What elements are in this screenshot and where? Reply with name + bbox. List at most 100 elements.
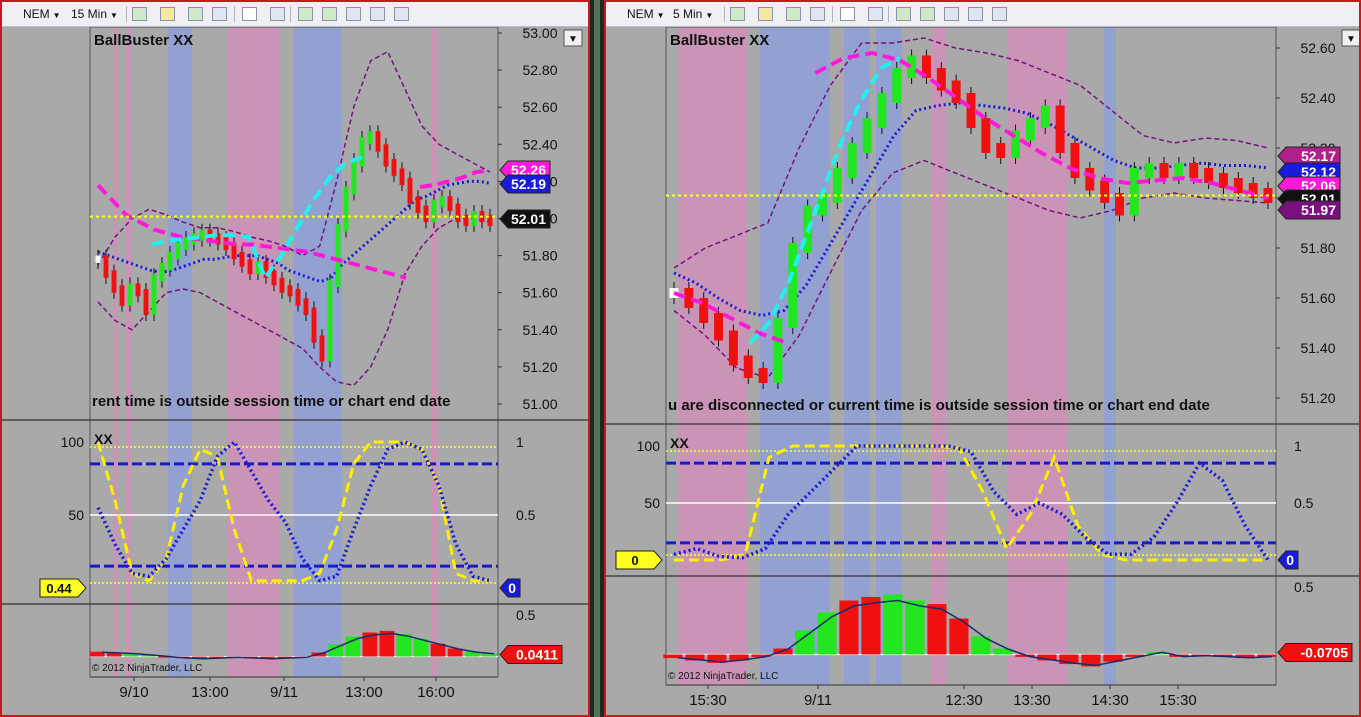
strategy-icon[interactable]: [810, 7, 825, 21]
price-bar: [167, 251, 173, 271]
price-marker-0: 52.17: [1277, 146, 1341, 166]
price-bar: [247, 259, 253, 275]
chevron-down-icon: ▼: [52, 11, 61, 20]
price-bar: [1070, 143, 1080, 178]
bar-style-icon[interactable]: [730, 7, 745, 21]
template-icon[interactable]: [992, 7, 1007, 21]
left-toolbar: NEM ▼ 15 Min ▼: [2, 2, 588, 27]
chart-trader-icon[interactable]: [920, 7, 935, 21]
price-bar: [447, 196, 453, 212]
price-bar: [862, 118, 872, 153]
price-tick-label: 51.20: [522, 359, 557, 375]
interval-selector[interactable]: 5 Min ▼: [672, 5, 714, 24]
draw-pencil-icon[interactable]: [160, 7, 175, 21]
session-shade: [168, 27, 192, 677]
price-bar: [966, 93, 976, 128]
x-tick-label: 15:30: [1159, 692, 1197, 709]
chevron-down-icon: ▼: [1346, 34, 1356, 45]
x-tick-label: 9/10: [119, 684, 148, 701]
x-tick-label: 9/11: [804, 692, 832, 709]
price-marker-1-label: 52.19: [511, 176, 546, 192]
zoom-icon[interactable]: [270, 7, 285, 21]
price-bar: [1040, 105, 1050, 128]
price-bar: [788, 243, 798, 328]
template-icon[interactable]: [394, 7, 409, 21]
price-bar: [728, 330, 738, 366]
splitter-handle[interactable]: [594, 0, 600, 717]
copyright-text: © 2012 NinjaTrader, LLC: [92, 663, 202, 674]
x-tick-label: 16:00: [417, 684, 455, 701]
session-shade: [294, 27, 342, 677]
price-bar: [714, 313, 724, 341]
chart-trader-icon[interactable]: [322, 7, 337, 21]
session-shade: [1104, 27, 1116, 685]
toolbar-divider: [832, 6, 833, 22]
price-marker-1: 52.19: [499, 174, 551, 194]
price-bar: [151, 274, 157, 315]
draw-pencil-icon[interactable]: [758, 7, 773, 21]
price-tick-label: 52.40: [522, 136, 557, 152]
osc2-value-marker: -0.0705: [1277, 642, 1353, 662]
price-bar: [1174, 163, 1184, 178]
instrument-label: NEM: [627, 7, 654, 21]
price-bar: [135, 283, 141, 297]
toolbar-divider: [724, 6, 725, 22]
price-bar: [311, 307, 317, 343]
price-bar: [143, 288, 149, 315]
window-splitter[interactable]: [590, 0, 604, 717]
instrument-selector[interactable]: NEM ▼: [22, 5, 62, 24]
osc2-value-marker-label: 0.0411: [516, 647, 558, 663]
session-message: rent time is outside session time or cha…: [92, 393, 450, 410]
chevron-down-icon: ▼: [110, 11, 118, 20]
price-tick-label: 51.80: [522, 248, 557, 264]
instrument-selector[interactable]: NEM ▼: [626, 5, 666, 24]
price-bar: [892, 68, 902, 103]
osc-left-marker: 0.44: [39, 578, 87, 598]
histogram-bar: [883, 594, 903, 655]
add-indicator-icon[interactable]: [188, 7, 203, 21]
price-bar: [303, 298, 309, 315]
zoom-icon[interactable]: [868, 7, 883, 21]
price-bar: [383, 144, 389, 167]
price-marker-4-label: 51.97: [1301, 202, 1336, 218]
money-icon[interactable]: [370, 7, 385, 21]
strategy-icon[interactable]: [212, 7, 227, 21]
bar-style-icon[interactable]: [132, 7, 147, 21]
price-bar: [431, 199, 437, 223]
osc-right-axis-label: 0.5: [1294, 495, 1314, 511]
price-tick-label: 52.40: [1300, 90, 1335, 106]
price-bar: [1159, 163, 1169, 178]
x-tick-label: 9/11: [270, 684, 298, 701]
right-chart[interactable]: 52.6052.4052.2052.0051.8051.6051.4051.20…: [606, 27, 1359, 715]
histogram-bar: [861, 596, 881, 655]
interval-label: 5 Min: [673, 7, 703, 21]
money-icon[interactable]: [968, 7, 983, 21]
data-box-icon[interactable]: [896, 7, 911, 21]
osc-right-marker-label: 0: [1286, 552, 1294, 568]
toolbar-divider: [888, 6, 889, 22]
price-bar: [295, 288, 301, 306]
price-bar: [1025, 118, 1035, 141]
price-bar: [343, 186, 349, 232]
price-bar: [832, 168, 842, 203]
left-chart-window: NEM▼ 15 Min▼ 53.0052.8052.6052.4052.2052…: [0, 0, 590, 717]
right-toolbar: NEM ▼ 5 Min ▼: [606, 2, 1359, 27]
interval-selector[interactable]: 15 Min ▼: [70, 5, 119, 24]
left-chart[interactable]: 53.0052.8052.6052.4052.2052.0051.8051.60…: [2, 27, 588, 715]
price-bar: [239, 251, 245, 267]
price-bar: [375, 131, 381, 152]
osc-left-axis-label: 50: [68, 507, 84, 523]
crosshair-icon[interactable]: [242, 7, 257, 21]
indicator-title: BallBuster XX: [94, 32, 193, 49]
properties-icon[interactable]: [346, 7, 361, 21]
data-box-icon[interactable]: [298, 7, 313, 21]
osc2-value-marker-label: -0.0705: [1301, 644, 1349, 660]
properties-icon[interactable]: [944, 7, 959, 21]
crosshair-icon[interactable]: [840, 7, 855, 21]
indicator-title: BallBuster XX: [670, 32, 769, 49]
histogram-bar: [927, 604, 947, 655]
price-bar: [423, 205, 429, 223]
price-bar: [335, 224, 341, 288]
price-bar: [773, 318, 783, 383]
add-indicator-icon[interactable]: [786, 7, 801, 21]
